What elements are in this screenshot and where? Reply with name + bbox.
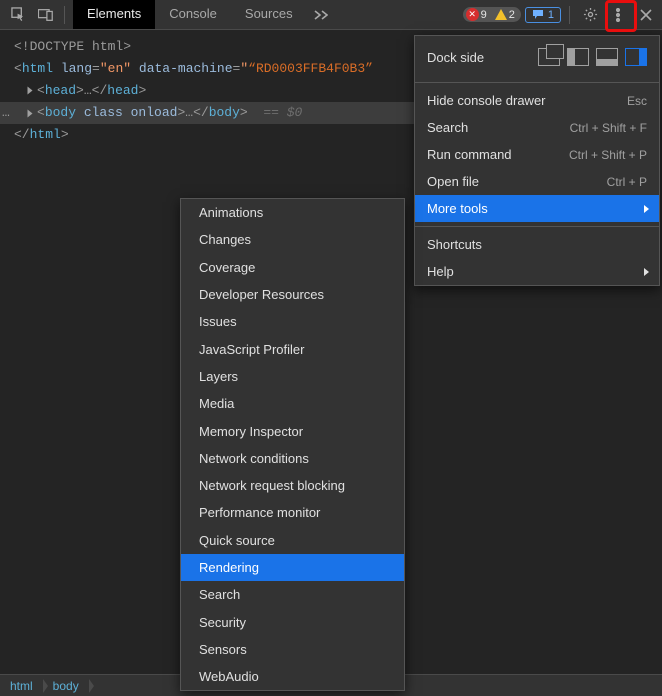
- submenu-item-label: Issues: [199, 314, 237, 329]
- submenu-item[interactable]: Quick source: [181, 527, 404, 554]
- crumb-body[interactable]: body: [43, 675, 89, 696]
- status-badges: ✕ 9 2 1: [461, 7, 563, 23]
- tabs-overflow-icon[interactable]: [307, 0, 335, 29]
- submenu-item-label: Media: [199, 396, 234, 411]
- toolbar-right: ✕ 9 2 1: [461, 0, 662, 29]
- error-icon: ✕: [466, 8, 479, 21]
- close-icon[interactable]: [632, 0, 660, 30]
- submenu-item[interactable]: Performance monitor: [181, 499, 404, 526]
- submenu-item-label: Changes: [199, 232, 251, 247]
- submenu-item-label: Memory Inspector: [199, 424, 303, 439]
- submenu-item[interactable]: Developer Resources: [181, 281, 404, 308]
- menu-item-label: Search: [427, 120, 468, 135]
- submenu-item[interactable]: Animations: [181, 199, 404, 226]
- panel-tabs: Elements Console Sources: [73, 0, 335, 29]
- menu-item-label: Run command: [427, 147, 512, 162]
- submenu-item-label: WebAudio: [199, 669, 259, 684]
- submenu-item[interactable]: Network request blocking: [181, 472, 404, 499]
- submenu-item-label: Network conditions: [199, 451, 309, 466]
- submenu-item[interactable]: Media: [181, 390, 404, 417]
- submenu-item[interactable]: Network conditions: [181, 445, 404, 472]
- tab-console[interactable]: Console: [155, 0, 231, 29]
- divider: [569, 6, 570, 24]
- warning-icon: [495, 9, 507, 20]
- menu-shortcut: Ctrl + P: [607, 175, 647, 189]
- submenu-item[interactable]: Security: [181, 608, 404, 635]
- dock-side-row: Dock side: [415, 36, 659, 78]
- submenu-item-label: Animations: [199, 205, 263, 220]
- menu-shortcut: Ctrl + Shift + P: [569, 148, 647, 162]
- submenu-item-label: Network request blocking: [199, 478, 345, 493]
- submenu-item[interactable]: Rendering: [181, 554, 404, 581]
- submenu-item-label: Security: [199, 615, 246, 630]
- submenu-item[interactable]: Layers: [181, 363, 404, 390]
- submenu-item-label: Performance monitor: [199, 505, 320, 520]
- menu-search[interactable]: Search Ctrl + Shift + F: [415, 114, 659, 141]
- submenu-item-label: JavaScript Profiler: [199, 342, 304, 357]
- expand-caret-icon[interactable]: [28, 87, 33, 95]
- dock-left-icon[interactable]: [567, 48, 589, 66]
- menu-run-command[interactable]: Run command Ctrl + Shift + P: [415, 141, 659, 168]
- messages-count: 1: [548, 9, 554, 21]
- menu-more-tools[interactable]: More tools: [415, 195, 659, 222]
- settings-gear-icon[interactable]: [576, 0, 604, 30]
- submenu-item-label: Search: [199, 587, 240, 602]
- warning-count: 2: [509, 9, 515, 21]
- menu-shortcut: Ctrl + Shift + F: [570, 121, 647, 135]
- submenu-item-label: Quick source: [199, 533, 275, 548]
- dock-icons: [538, 48, 647, 66]
- menu-shortcut: Esc: [627, 94, 647, 108]
- device-toggle-icon[interactable]: [32, 0, 60, 30]
- submenu-item[interactable]: Coverage: [181, 254, 404, 281]
- menu-shortcuts[interactable]: Shortcuts: [415, 231, 659, 258]
- dock-bottom-icon[interactable]: [596, 48, 618, 66]
- submenu-item[interactable]: Memory Inspector: [181, 417, 404, 444]
- error-count: 9: [481, 9, 487, 21]
- submenu-item-label: Layers: [199, 369, 238, 384]
- crumb-html[interactable]: html: [0, 675, 43, 696]
- submenu-item[interactable]: Search: [181, 581, 404, 608]
- menu-hide-drawer[interactable]: Hide console drawer Esc: [415, 87, 659, 114]
- messages-badge[interactable]: 1: [525, 7, 561, 23]
- tab-sources[interactable]: Sources: [231, 0, 307, 29]
- submenu-item[interactable]: Changes: [181, 226, 404, 253]
- submenu-arrow-icon: [644, 268, 649, 276]
- menu-item-label: Shortcuts: [427, 237, 482, 252]
- menu-item-label: Help: [427, 264, 454, 279]
- submenu-item-label: Rendering: [199, 560, 259, 575]
- divider: [64, 6, 65, 24]
- menu-item-label: More tools: [427, 201, 488, 216]
- submenu-item[interactable]: JavaScript Profiler: [181, 335, 404, 362]
- main-menu: Dock side Hide console drawer Esc Search…: [414, 35, 660, 286]
- submenu-arrow-icon: [644, 205, 649, 213]
- submenu-item-label: Sensors: [199, 642, 247, 657]
- submenu-item-label: Developer Resources: [199, 287, 324, 302]
- submenu-item[interactable]: Sensors: [181, 636, 404, 663]
- menu-item-label: Hide console drawer: [427, 93, 546, 108]
- menu-separator: [415, 82, 659, 83]
- dock-right-icon[interactable]: [625, 48, 647, 66]
- kebab-menu-icon[interactable]: [604, 0, 632, 30]
- submenu-item-label: Coverage: [199, 260, 255, 275]
- menu-separator: [415, 226, 659, 227]
- submenu-item[interactable]: WebAudio: [181, 663, 404, 690]
- devtools-toolbar: Elements Console Sources ✕ 9 2 1: [0, 0, 662, 30]
- inspect-icon[interactable]: [4, 0, 32, 30]
- toolbar-left: Elements Console Sources: [0, 0, 335, 29]
- error-warning-badge[interactable]: ✕ 9 2: [463, 7, 521, 22]
- submenu-item[interactable]: Issues: [181, 308, 404, 335]
- menu-item-label: Open file: [427, 174, 479, 189]
- dock-popout-icon[interactable]: [538, 48, 560, 66]
- more-tools-submenu: Animations Changes Coverage Developer Resou…: [180, 198, 405, 691]
- menu-help[interactable]: Help: [415, 258, 659, 285]
- expand-caret-icon[interactable]: [28, 109, 33, 117]
- dock-side-label: Dock side: [427, 50, 538, 65]
- menu-open-file[interactable]: Open file Ctrl + P: [415, 168, 659, 195]
- tab-elements[interactable]: Elements: [73, 0, 155, 29]
